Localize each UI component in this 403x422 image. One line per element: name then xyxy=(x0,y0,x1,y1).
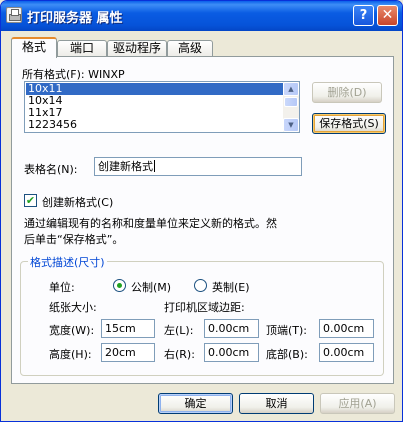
printer-area-margins-label: 打印机区域边距: xyxy=(164,301,245,314)
list-item[interactable]: 10x14 xyxy=(26,95,283,107)
right-margin-input[interactable]: 0.00cm xyxy=(204,343,259,362)
bottom-margin-label: 底部(B): xyxy=(266,348,308,361)
english-radio[interactable] xyxy=(194,279,207,292)
delete-button[interactable]: 删除(D) xyxy=(312,82,382,103)
text-caret xyxy=(154,160,155,172)
group-title: 格式描述(尺寸) xyxy=(28,254,107,270)
form-name-input[interactable]: 创建新格式 xyxy=(94,157,302,176)
paper-size-label: 纸张大小: xyxy=(49,301,97,314)
top-margin-input[interactable]: 0.00cm xyxy=(319,319,374,338)
tab-drivers[interactable]: 驱动程序 xyxy=(107,40,167,57)
bottom-margin-input[interactable]: 0.00cm xyxy=(319,343,374,362)
help-button[interactable]: ? xyxy=(353,5,374,26)
width-label: 宽度(W): xyxy=(49,324,95,337)
save-format-button[interactable]: 保存格式(S) xyxy=(312,113,386,134)
metric-label: 公制(M) xyxy=(131,281,172,294)
ok-button[interactable]: 确定 xyxy=(158,393,233,414)
create-new-format-label: 创建新格式(C) xyxy=(42,196,114,209)
close-button[interactable]: ✕ xyxy=(377,5,398,26)
checkmark-icon: ✔ xyxy=(25,194,36,207)
formats-listbox[interactable]: 10x11 10x14 11x17 1223456 ▲ ▼ xyxy=(24,81,300,133)
title-bar[interactable]: 打印服务器 属性 ? ✕ xyxy=(1,1,402,31)
form-name-label: 表格名(N): xyxy=(24,163,78,176)
english-label: 英制(E) xyxy=(212,281,250,294)
listbox-scrollbar[interactable]: ▲ ▼ xyxy=(283,82,299,132)
scroll-down-icon[interactable]: ▼ xyxy=(283,118,299,132)
left-margin-label: 左(L): xyxy=(164,324,194,337)
instructions-line-2: 后单击“保存格式”。 xyxy=(24,233,124,246)
printer-icon xyxy=(6,7,22,23)
list-item[interactable]: 1223456 xyxy=(26,119,283,131)
list-item[interactable]: 10x11 xyxy=(26,83,283,95)
formats-tab-panel: 所有格式(F): WINXP 10x11 10x14 11x17 1223456… xyxy=(11,56,394,384)
top-margin-label: 顶端(T): xyxy=(266,324,308,337)
all-formats-label: 所有格式(F): WINXP xyxy=(22,68,125,81)
tab-ports[interactable]: 端口 xyxy=(57,40,107,57)
cancel-button[interactable]: 取消 xyxy=(239,393,314,414)
tab-advanced[interactable]: 高级 xyxy=(167,40,213,57)
left-margin-input[interactable]: 0.00cm xyxy=(204,319,259,338)
instructions-line-1: 通过编辑现有的名称和度量单位来定义新的格式。然 xyxy=(24,217,277,230)
width-input[interactable]: 15cm xyxy=(101,319,155,338)
height-input[interactable]: 20cm xyxy=(101,343,155,362)
format-description-group: 格式描述(尺寸) 单位: 公制(M) 英制(E) 纸张大小: 打印机区域边距: … xyxy=(20,254,384,376)
form-name-value: 创建新格式 xyxy=(98,160,153,173)
window-title: 打印服务器 属性 xyxy=(27,11,123,26)
create-new-format-checkbox[interactable]: ✔ xyxy=(24,194,37,207)
print-server-properties-dialog: 打印服务器 属性 ? ✕ 格式 端口 驱动程序 高级 所有格式(F): WINX… xyxy=(0,0,403,422)
right-margin-label: 右(R): xyxy=(164,348,195,361)
height-label: 高度(H): xyxy=(49,348,92,361)
apply-button[interactable]: 应用(A) xyxy=(320,393,395,414)
unit-label: 单位: xyxy=(49,281,75,294)
metric-radio[interactable] xyxy=(113,279,126,292)
tab-formats[interactable]: 格式 xyxy=(11,37,57,58)
scroll-thumb[interactable] xyxy=(284,97,298,107)
scroll-up-icon[interactable]: ▲ xyxy=(283,82,299,96)
